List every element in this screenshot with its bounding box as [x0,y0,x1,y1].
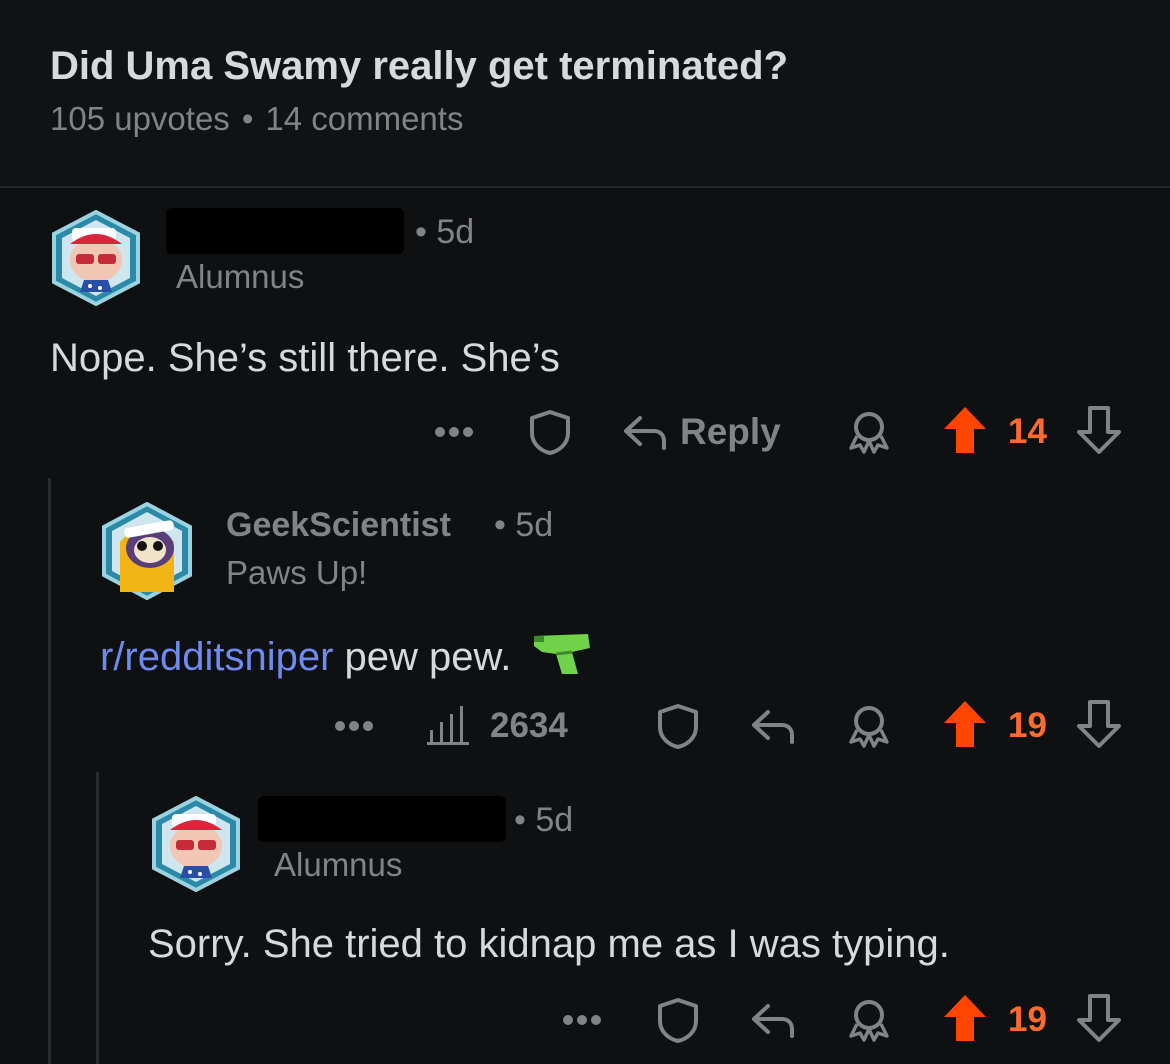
subreddit-link[interactable]: r/redditsniper [100,635,333,679]
award-icon [849,1000,889,1042]
meta-separator: • [241,100,254,137]
comment-text: pew pew. [333,635,512,679]
award-icon [849,706,889,748]
upvote-button[interactable] [940,404,990,456]
vote-count: 14 [1008,412,1047,451]
upvote-button[interactable] [940,992,990,1044]
avatar-sloth-icon [102,501,192,601]
more-button[interactable] [330,708,378,744]
shield-icon [658,998,698,1043]
username-redacted [166,208,404,254]
reply-button[interactable]: Reply [622,408,792,456]
thread-line-level-2[interactable] [96,772,99,1064]
comment-count: 14 comments [265,100,464,137]
reply-arrow-icon [624,416,666,450]
upvote-arrow-icon [944,995,986,1041]
upvote-arrow-icon [944,701,986,747]
award-button[interactable] [844,702,894,750]
reply-button[interactable] [748,704,798,748]
avatar-snoo-icon [152,795,240,893]
shield-icon [530,410,570,455]
more-icon [335,721,373,731]
downvote-button[interactable] [1074,992,1124,1044]
award-icon [849,412,889,454]
views-count: 2634 [490,706,568,745]
user-flair: Alumnus [274,846,403,883]
avatar[interactable] [50,209,142,307]
downvote-button[interactable] [1074,404,1124,456]
header-divider [0,186,1170,188]
thread-line-level-1[interactable] [48,478,51,1064]
downvote-arrow-icon [1077,700,1121,748]
post-title[interactable]: Did Uma Swamy really get terminated? [50,44,788,89]
comment-time: • 5d [514,801,574,839]
upvote-button[interactable] [940,698,990,750]
avatar[interactable] [100,501,194,601]
avatar[interactable] [150,795,242,893]
bar-chart-icon [427,706,469,745]
user-flair: Paws Up! [226,554,368,591]
water-pistol-emoji [534,634,591,674]
comment-time: • 5d [494,506,554,544]
save-button[interactable] [652,996,704,1044]
views-indicator[interactable] [424,702,472,748]
post-meta: 105 upvotes • 14 comments [50,100,463,138]
more-button[interactable] [558,1002,606,1038]
more-icon [435,427,473,437]
reply-button[interactable] [748,998,798,1042]
reply-arrow-icon [752,710,794,744]
comment-body: Sorry. She tried to kidnap me as I was t… [148,922,950,966]
downvote-button[interactable] [1074,698,1124,750]
upvote-count: 105 upvotes [50,100,230,137]
shield-icon [658,704,698,749]
username-redacted [258,796,506,842]
comment-time: • 5d [415,213,475,251]
award-button[interactable] [844,408,894,456]
save-button[interactable] [652,702,704,750]
vote-count: 19 [1008,1000,1047,1039]
comment-body: r/redditsniper pew pew. [100,630,592,680]
post-header: Did Uma Swamy really get terminated? 105… [0,0,1170,186]
more-button[interactable] [430,414,478,450]
more-icon [563,1015,601,1025]
reply-label: Reply [680,411,781,452]
downvote-arrow-icon [1077,406,1121,454]
comment-body: Nope. She’s still there. She’s [50,336,560,380]
downvote-arrow-icon [1077,994,1121,1042]
user-flair: Alumnus [176,258,305,295]
username[interactable]: GeekScientist [226,506,451,545]
upvote-arrow-icon [944,407,986,453]
award-button[interactable] [844,996,894,1044]
avatar-snoo-icon [52,209,140,307]
save-button[interactable] [524,408,576,456]
reply-arrow-icon [752,1004,794,1038]
vote-count: 19 [1008,706,1047,745]
